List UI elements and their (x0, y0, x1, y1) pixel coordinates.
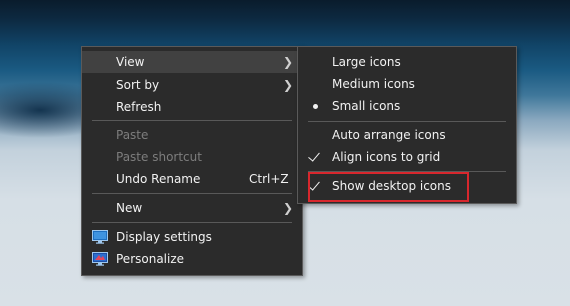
submenu-item-label: Large icons (332, 55, 401, 69)
submenu-item-align-to-grid[interactable]: Align icons to grid (298, 146, 516, 168)
menu-separator (92, 222, 292, 223)
menu-item-label: Undo Rename (116, 172, 201, 186)
radio-bullet-icon (313, 104, 318, 109)
menu-item-view[interactable]: View ❯ (82, 51, 302, 73)
submenu-item-label: Small icons (332, 99, 401, 113)
menu-item-label: Sort by (116, 78, 160, 92)
menu-item-label: Paste shortcut (116, 150, 202, 164)
menu-item-undo-rename[interactable]: Undo Rename Ctrl+Z (82, 168, 302, 190)
menu-item-paste: Paste (82, 124, 302, 146)
menu-item-new[interactable]: New ❯ (82, 197, 302, 219)
submenu-item-show-desktop-icons[interactable]: Show desktop icons (298, 175, 516, 197)
menu-item-personalize[interactable]: Personalize (82, 248, 302, 270)
submenu-item-label: Align icons to grid (332, 150, 441, 164)
submenu-item-label: Show desktop icons (332, 179, 452, 193)
menu-item-paste-shortcut: Paste shortcut (82, 146, 302, 168)
menu-item-label: Paste (116, 128, 149, 142)
checkmark-icon (308, 178, 320, 191)
personalize-icon (92, 252, 108, 266)
menu-item-label: Personalize (116, 252, 185, 266)
menu-item-sort-by[interactable]: Sort by ❯ (82, 74, 302, 96)
checkmark-icon (308, 149, 320, 162)
menu-item-shortcut: Ctrl+Z (249, 172, 289, 186)
menu-item-label: New (116, 201, 143, 215)
view-submenu: Large icons Medium icons Small icons Aut… (297, 46, 517, 204)
submenu-item-medium-icons[interactable]: Medium icons (298, 73, 516, 95)
submenu-item-auto-arrange[interactable]: Auto arrange icons (298, 124, 516, 146)
submenu-item-label: Auto arrange icons (332, 128, 446, 142)
menu-separator (92, 193, 292, 194)
menu-item-label: View (116, 55, 145, 69)
menu-separator (92, 120, 292, 121)
menu-item-refresh[interactable]: Refresh (82, 96, 302, 118)
menu-item-label: Display settings (116, 230, 212, 244)
desktop-context-menu: View ❯ Sort by ❯ Refresh Paste Paste sho… (81, 46, 303, 276)
menu-separator (308, 171, 506, 172)
display-settings-icon (92, 230, 108, 244)
menu-item-label: Refresh (116, 100, 162, 114)
submenu-item-large-icons[interactable]: Large icons (298, 51, 516, 73)
submenu-item-small-icons[interactable]: Small icons (298, 95, 516, 117)
chevron-right-icon: ❯ (282, 78, 293, 92)
chevron-right-icon: ❯ (282, 55, 293, 69)
submenu-item-label: Medium icons (332, 77, 415, 91)
chevron-right-icon: ❯ (282, 201, 293, 215)
menu-item-display-settings[interactable]: Display settings (82, 226, 302, 248)
menu-separator (308, 121, 506, 122)
